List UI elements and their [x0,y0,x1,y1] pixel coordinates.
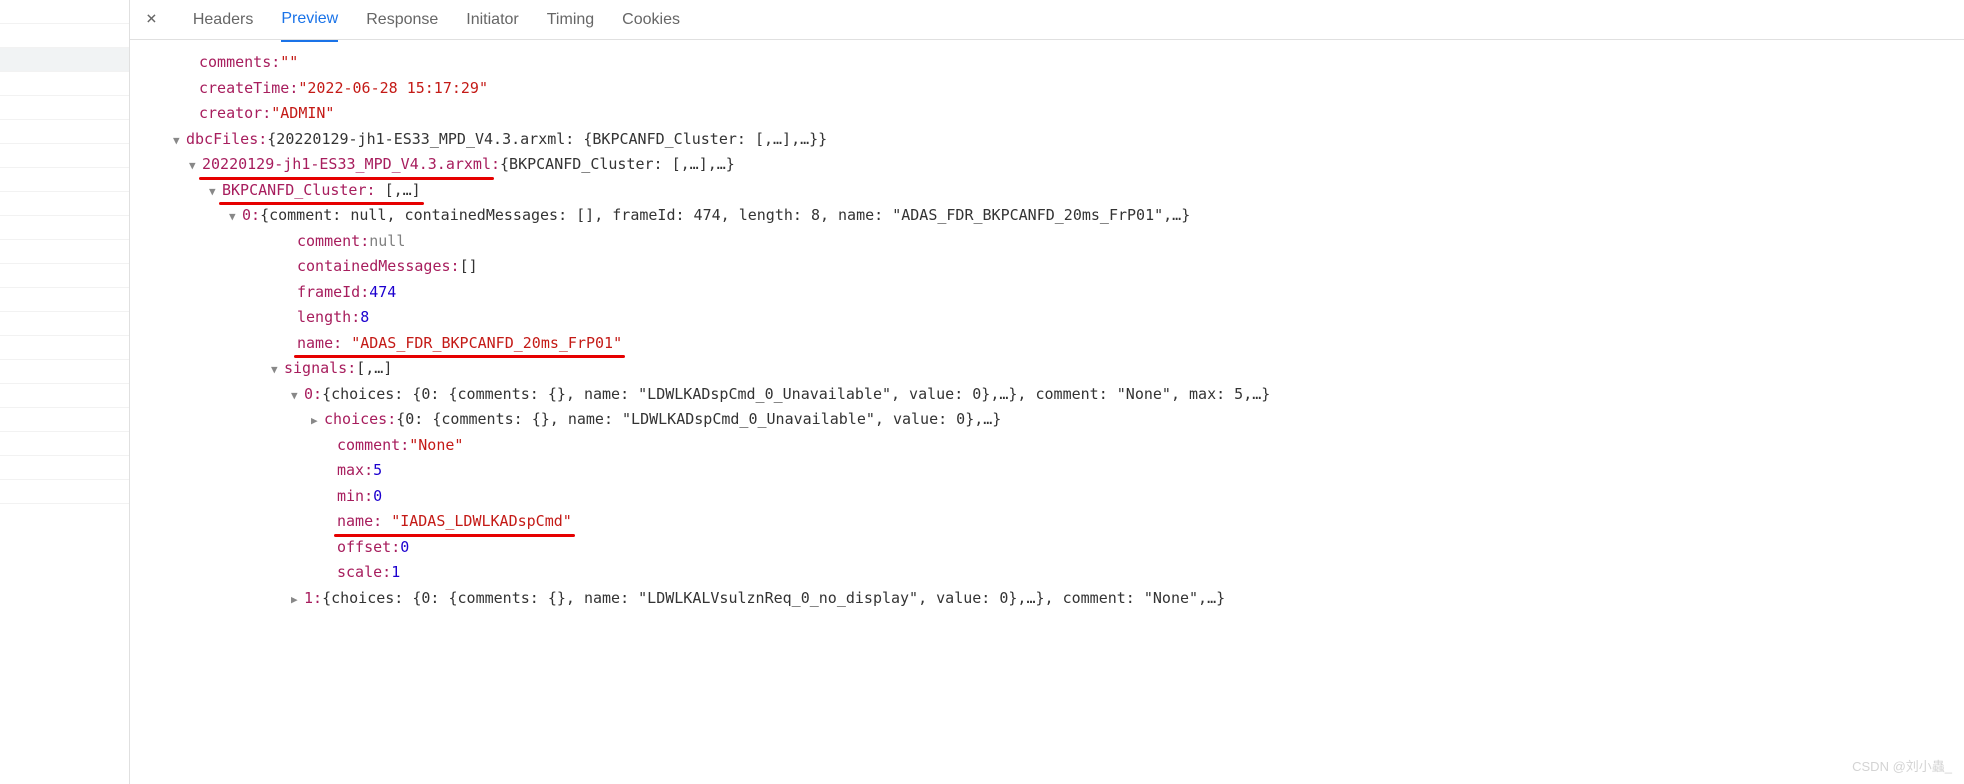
expand-toggle-icon[interactable]: ▼ [291,387,304,406]
json-prop-max[interactable]: max: 5 [150,458,1964,484]
json-prop-name[interactable]: name: "ADAS_FDR_BKPCANFD_20ms_FrP01" [150,331,1964,357]
json-prop-min[interactable]: min: 0 [150,484,1964,510]
request-list-sidebar [0,0,130,784]
tab-response[interactable]: Response [366,0,438,41]
collapse-toggle-icon[interactable]: ▶ [291,591,304,610]
collapse-toggle-icon[interactable]: ▶ [311,412,324,431]
tab-preview[interactable]: Preview [281,0,338,42]
tab-cookies[interactable]: Cookies [622,0,680,41]
json-prop-comment[interactable]: comment: null [150,229,1964,255]
expand-toggle-icon[interactable]: ▼ [173,132,186,151]
json-prop-createtime[interactable]: createTime: "2022-06-28 15:17:29" [150,76,1964,102]
devtools-tabs: × Headers Preview Response Initiator Tim… [130,0,1964,40]
tab-headers[interactable]: Headers [193,0,253,41]
json-prop-length[interactable]: length: 8 [150,305,1964,331]
expand-toggle-icon[interactable]: ▼ [189,157,202,176]
json-tree: comments: "" createTime: "2022-06-28 15:… [130,40,1964,621]
tab-timing[interactable]: Timing [547,0,594,41]
json-prop-containedmessages[interactable]: containedMessages: [] [150,254,1964,280]
expand-toggle-icon[interactable]: ▼ [229,208,242,227]
json-prop-sig-comment[interactable]: comment: "None" [150,433,1964,459]
json-prop-comments[interactable]: comments: "" [150,50,1964,76]
json-prop-scale[interactable]: scale: 1 [150,560,1964,586]
json-signal-item-0[interactable]: ▼ 0: {choices: {0: {comments: {}, name: … [150,382,1964,408]
json-prop-offset[interactable]: offset: 0 [150,535,1964,561]
json-prop-frameid[interactable]: frameId: 474 [150,280,1964,306]
expand-toggle-icon[interactable]: ▼ [271,361,284,380]
expand-toggle-icon[interactable]: ▼ [209,183,222,202]
json-signal-item-1[interactable]: ▶ 1: {choices: {0: {comments: {}, name: … [150,586,1964,612]
json-prop-signals[interactable]: ▼ signals: [,…] [150,356,1964,382]
json-prop-choices[interactable]: ▶ choices: {0: {comments: {}, name: "LDW… [150,407,1964,433]
json-prop-cluster[interactable]: ▼ BKPCANFD_Cluster: [,…] [150,178,1964,204]
close-icon[interactable]: × [138,4,165,35]
watermark: CSDN @刘小蟲_ [1852,756,1952,778]
json-prop-dbcfiles[interactable]: ▼ dbcFiles: {20220129-jh1-ES33_MPD_V4.3.… [150,127,1964,153]
json-prop-file[interactable]: ▼ 20220129-jh1-ES33_MPD_V4.3.arxml: {BKP… [150,152,1964,178]
json-prop-creator[interactable]: creator: "ADMIN" [150,101,1964,127]
json-array-item-0[interactable]: ▼ 0: {comment: null, containedMessages: … [150,203,1964,229]
json-prop-sig-name[interactable]: name: "IADAS_LDWLKADspCmd" [150,509,1964,535]
tab-initiator[interactable]: Initiator [466,0,518,41]
